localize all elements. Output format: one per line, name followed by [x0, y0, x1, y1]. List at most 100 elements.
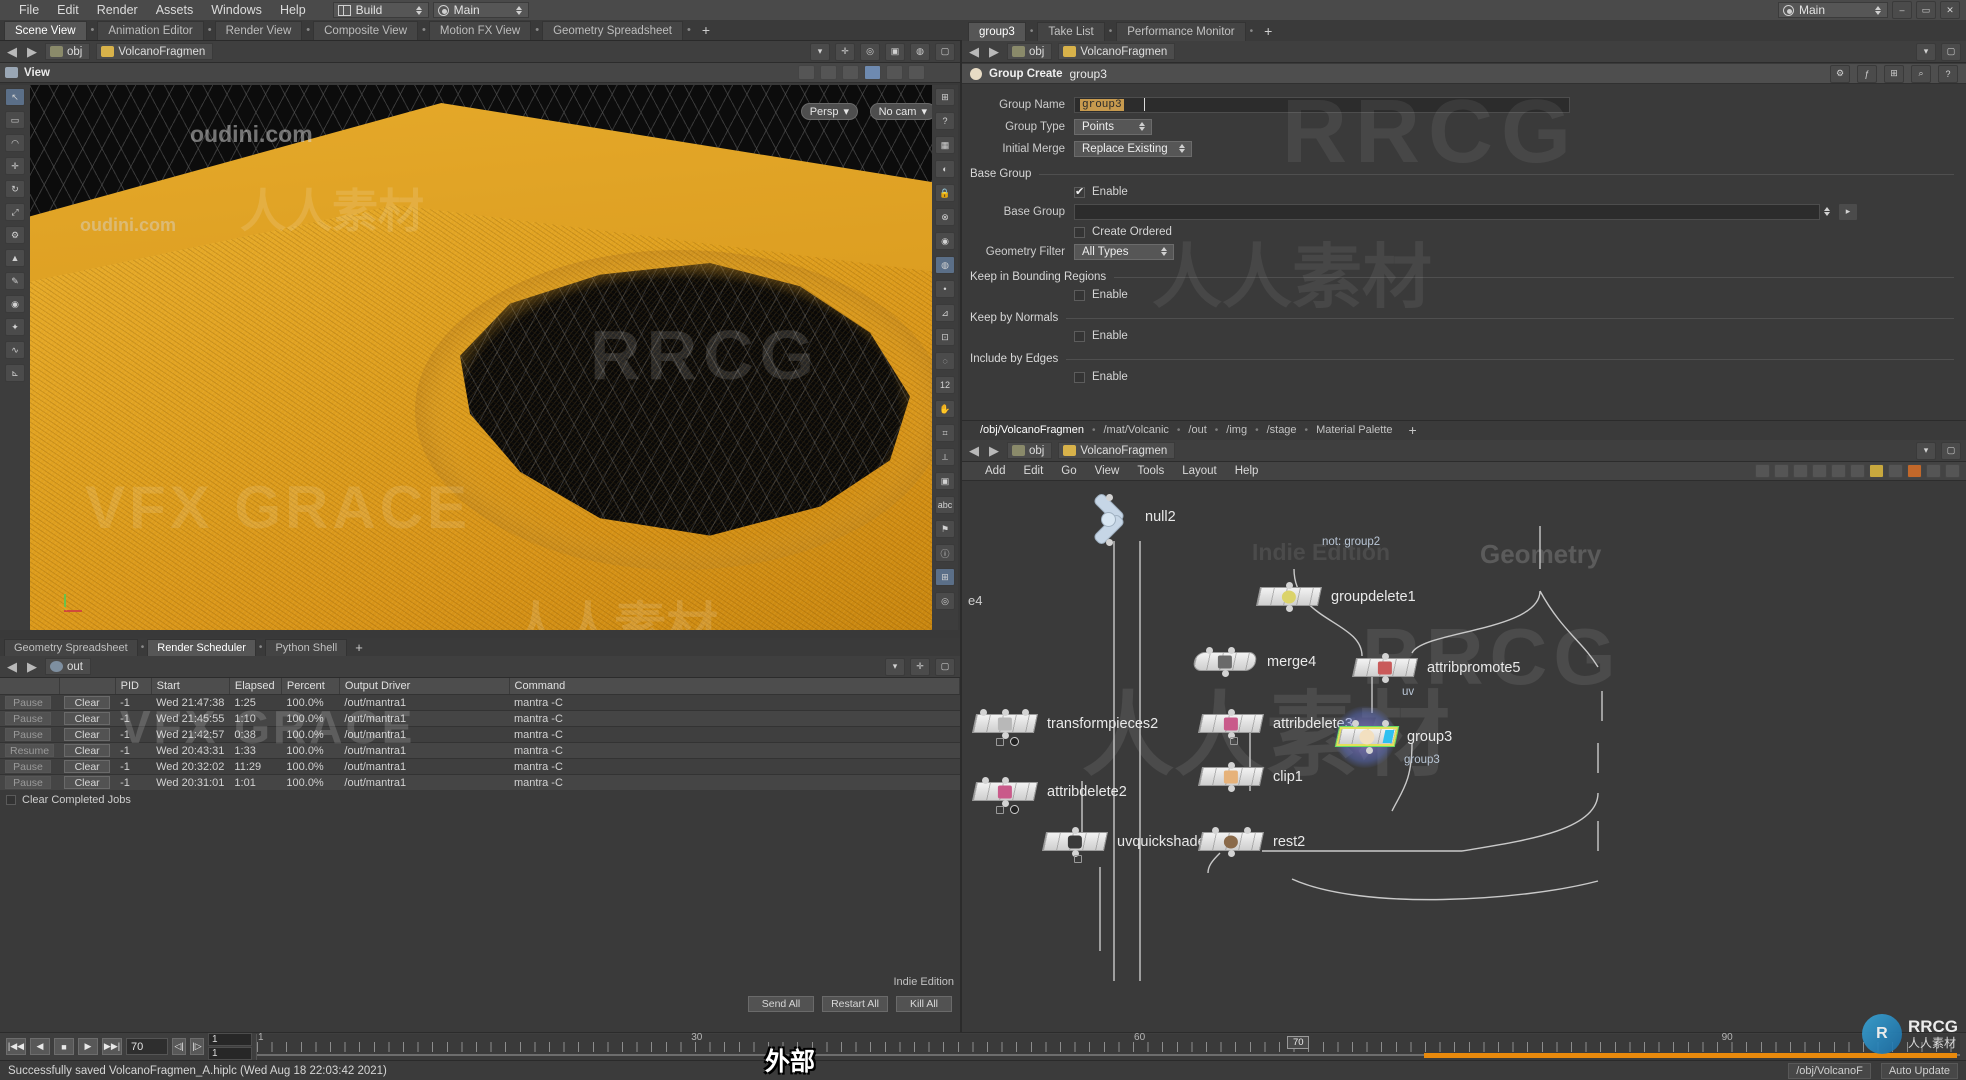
base-group-picker-icon[interactable]: ▸ — [1838, 202, 1858, 221]
timeline[interactable]: 1 30 60 90 70 — [256, 1032, 1960, 1060]
lock-icon[interactable] — [1230, 737, 1238, 745]
restart-all-button[interactable]: Restart All — [822, 996, 888, 1012]
ghost-icon[interactable]: ⊗ — [935, 208, 955, 226]
menu-item-help[interactable]: Help — [271, 0, 315, 20]
network-maximize-icon[interactable]: ▢ — [1941, 441, 1961, 460]
job-clear-button[interactable]: Clear — [64, 696, 111, 709]
node-input-port[interactable] — [1072, 827, 1079, 834]
shading-mode-icon[interactable]: ◐ — [935, 160, 955, 178]
menu-item-assets[interactable]: Assets — [147, 0, 203, 20]
desktop-spinner-icon[interactable] — [515, 5, 524, 15]
clear-completed-jobs-row[interactable]: Clear Completed Jobs — [0, 790, 960, 810]
breadcrumb-obj[interactable]: obj — [45, 43, 91, 60]
node-body[interactable] — [971, 714, 1039, 733]
stop-icon[interactable]: ■ — [54, 1038, 74, 1055]
window-maximize-icon[interactable]: ▭ — [1916, 1, 1936, 19]
handles-icon[interactable]: ✋ — [935, 400, 955, 418]
jobs-table-container[interactable]: PID Start Elapsed Percent Output Driver … — [0, 678, 960, 790]
lock-icon[interactable]: 🔒 — [935, 184, 955, 202]
node-input-port[interactable] — [1382, 653, 1389, 660]
select-tool-icon[interactable]: ↖ — [5, 88, 25, 106]
auto-update-chip[interactable]: Auto Update — [1880, 1062, 1958, 1079]
group-type-dropdown[interactable]: Points — [1074, 118, 1152, 135]
job-action[interactable]: Pause — [0, 710, 60, 727]
node-body[interactable] — [1351, 658, 1419, 677]
tab-take-list[interactable]: Take List — [1037, 22, 1105, 41]
group-name-input[interactable]: group3 — [1074, 96, 1570, 113]
node-input-port[interactable] — [1244, 827, 1251, 834]
param-breadcrumb-volcano[interactable]: VolcanoFragmen — [1058, 43, 1176, 60]
network-grid-icon[interactable] — [1812, 464, 1827, 478]
param-back-icon[interactable]: ◀ — [967, 45, 981, 59]
move-tool-icon[interactable]: ✛ — [5, 157, 25, 175]
search-icon[interactable]: ⌕ — [1911, 64, 1931, 83]
menu-item-edit[interactable]: Edit — [48, 0, 88, 20]
build-selector[interactable]: Build — [332, 2, 429, 18]
menu-item-file[interactable]: File — [10, 0, 48, 20]
node-clip1[interactable]: clip1 — [1197, 762, 1303, 792]
node-input-port[interactable] — [1002, 777, 1009, 784]
node-body[interactable] — [1041, 832, 1109, 851]
node-merge4[interactable]: merge4 — [1191, 647, 1316, 677]
scale-tool-icon[interactable]: ⤢ — [5, 203, 25, 221]
network-menu-help[interactable]: Help — [1226, 462, 1268, 481]
lock-icon[interactable] — [996, 737, 1004, 746]
xray-icon[interactable]: ◌ — [935, 352, 955, 370]
scheduler-breadcrumb-out[interactable]: out — [45, 658, 91, 675]
net-tab-mat-volcanic[interactable]: /mat/Volcanic — [1095, 421, 1176, 440]
net-tab-out[interactable]: /out — [1180, 421, 1214, 440]
param-breadcrumb-obj[interactable]: obj — [1007, 43, 1053, 60]
job-clear[interactable]: Clear — [59, 742, 116, 759]
step-back-icon[interactable]: ◁| — [172, 1038, 186, 1055]
node-body[interactable] — [1197, 832, 1265, 851]
construction-plane-icon[interactable]: ⌗ — [935, 424, 955, 442]
network-breadcrumb-obj[interactable]: obj — [1007, 442, 1053, 459]
node-input-port[interactable] — [1002, 709, 1009, 716]
tab-scene-view[interactable]: Scene View — [4, 21, 87, 40]
snapshot-icon[interactable]: ◎ — [935, 592, 955, 610]
play-reverse-icon[interactable]: ◀ — [30, 1038, 50, 1055]
window-close-icon[interactable]: ✕ — [1940, 1, 1960, 19]
net-tab-material-palette[interactable]: Material Palette — [1308, 421, 1400, 440]
clear-completed-checkbox[interactable] — [6, 795, 16, 805]
job-action-button[interactable]: Pause — [5, 776, 51, 789]
background-image-icon[interactable]: ▣ — [935, 472, 955, 490]
tab-composite-view[interactable]: Composite View — [313, 21, 419, 40]
kill-all-button[interactable]: Kill All — [896, 996, 952, 1012]
curve-tool-icon[interactable]: ∿ — [5, 341, 25, 359]
table-row[interactable]: Pause Clear -1 Wed 21:42:57 0:38 100.0%/out/m… — [0, 726, 960, 743]
network-back-icon[interactable]: ◀ — [967, 444, 981, 458]
node-body[interactable] — [1197, 767, 1265, 786]
lasso-select-icon[interactable]: ◠ — [5, 134, 25, 152]
point-display-icon[interactable]: • — [935, 280, 955, 298]
scheduler-back-icon[interactable]: ◀ — [5, 660, 19, 674]
scheduler-forward-icon[interactable]: ▶ — [25, 660, 39, 674]
desktop-selector[interactable]: Main — [432, 2, 529, 18]
viewport-camera-selector[interactable]: No cam ▾ — [869, 103, 936, 120]
table-row[interactable]: Resume Clear -1 Wed 20:43:31 1:33 100.0%/out/… — [0, 742, 960, 759]
table-row[interactable]: Pause Clear -1 Wed 20:31:01 1:01 100.0%/out/m… — [0, 774, 960, 790]
tab-motion-fx-view[interactable]: Motion FX View — [428, 21, 532, 40]
add-scheduler-tab-icon[interactable]: + — [347, 639, 371, 656]
handle-tool-icon[interactable] — [820, 65, 837, 80]
lock-icon[interactable] — [996, 805, 1004, 814]
base-group-enable-checkbox[interactable] — [1074, 185, 1085, 198]
network-breadcrumb-volcano[interactable]: VolcanoFragmen — [1058, 442, 1176, 459]
network-dropdown-icon[interactable]: ▾ — [1916, 441, 1936, 460]
node-groupdelete1[interactable]: groupdelete1 — [1255, 582, 1416, 612]
job-action[interactable]: Resume — [0, 742, 60, 759]
node-input-port[interactable] — [1352, 720, 1359, 727]
pin-icon[interactable]: ✛ — [835, 42, 855, 61]
node-body[interactable] — [971, 782, 1039, 801]
job-action[interactable]: Pause — [0, 758, 60, 775]
table-row[interactable]: Pause Clear -1 Wed 21:45:55 1:10 100.0%/out/m… — [0, 710, 960, 727]
window-minimize-icon[interactable]: – — [1892, 1, 1912, 19]
range-end-field[interactable]: 1 — [208, 1047, 252, 1060]
initial-merge-dropdown[interactable]: Replace Existing — [1074, 140, 1192, 157]
current-frame-field[interactable]: 70 — [126, 1038, 168, 1055]
network-menu-tools[interactable]: Tools — [1128, 462, 1173, 481]
jump-end-icon[interactable]: ▶▶| — [102, 1038, 122, 1055]
display-options-icon[interactable]: ▣ — [885, 42, 905, 61]
timeline-playhead[interactable]: 70 — [1287, 1035, 1310, 1049]
uv-display-icon[interactable]: ⊡ — [935, 328, 955, 346]
